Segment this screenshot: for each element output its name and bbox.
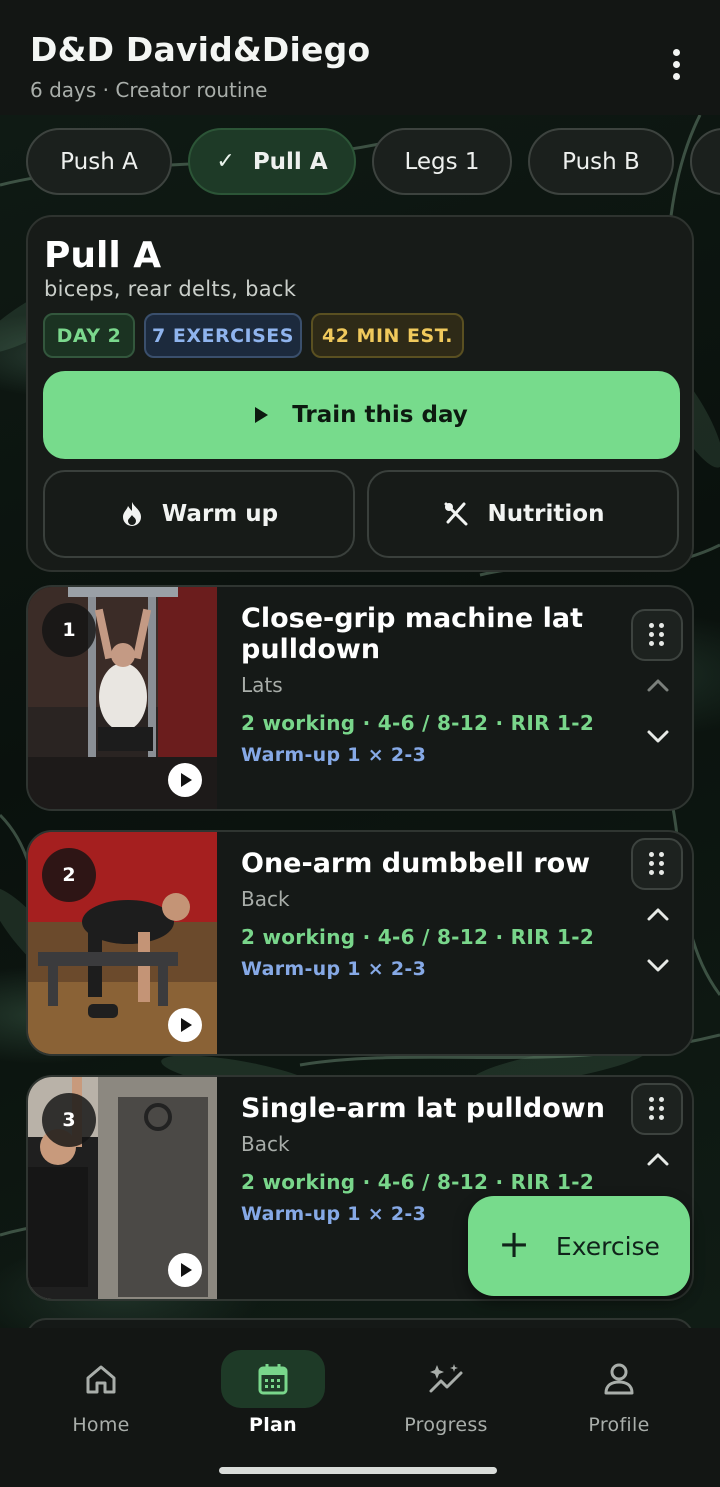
exercise-number: 2 — [42, 848, 96, 902]
tab-legs-1[interactable]: Legs 1 — [372, 128, 512, 195]
exercise-warmup-sets: Warm-up 1 × 2-3 — [241, 744, 427, 766]
routine-subtitle: 6 days · Creator routine — [30, 78, 268, 102]
play-video-icon[interactable] — [168, 1008, 202, 1042]
exercise-working-sets: 2 working · 4-6 / 8-12 · RIR 1-2 — [241, 711, 595, 735]
nav-profile[interactable]: Profile — [549, 1350, 689, 1450]
day-muscles: biceps, rear delts, back — [44, 277, 297, 301]
day-title: Pull A — [44, 235, 162, 276]
exercise-muscle: Lats — [241, 673, 283, 697]
exercise-muscle: Back — [241, 887, 290, 911]
nav-label: Profile — [588, 1414, 650, 1436]
play-video-icon[interactable] — [168, 1253, 202, 1287]
time-estimate-badge: 42 MIN EST. — [311, 313, 464, 358]
tab-next[interactable] — [690, 128, 720, 195]
tab-label: Pull A — [252, 148, 328, 175]
drag-handle-icon[interactable] — [631, 609, 683, 661]
exercise-card[interactable]: 2 One-arm dumbbell row Back 2 working · … — [26, 830, 694, 1056]
exercise-thumbnail: 2 — [28, 832, 217, 1054]
utensils-icon — [444, 502, 468, 526]
bottom-navigation: Home Plan Progress Profile — [0, 1328, 720, 1487]
exercise-working-sets: 2 working · 4-6 / 8-12 · RIR 1-2 — [241, 1170, 595, 1194]
chevron-down-icon[interactable] — [643, 721, 673, 751]
tab-pull-a[interactable]: ✓ Pull A — [188, 128, 356, 195]
plus-icon: + — [498, 1222, 530, 1266]
chevron-down-icon[interactable] — [643, 950, 673, 980]
play-icon — [255, 407, 269, 423]
app-header: D&D David&Diego 6 days · Creator routine — [0, 0, 720, 115]
exercise-card[interactable]: 1 Close-grip machine lat pulldown Lats 2… — [26, 585, 694, 811]
nutrition-button[interactable]: Nutrition — [367, 470, 679, 558]
tab-label: Legs 1 — [404, 148, 480, 175]
nav-plan[interactable]: Plan — [203, 1350, 343, 1450]
exercise-name: Close-grip machine lat pulldown — [241, 603, 583, 665]
exercise-warmup-sets: Warm-up 1 × 2-3 — [241, 1203, 427, 1225]
flame-icon — [122, 502, 141, 526]
exercise-muscle: Back — [241, 1132, 290, 1156]
add-exercise-label: Exercise — [555, 1231, 660, 1261]
nav-label: Home — [72, 1414, 130, 1436]
exercise-number: 3 — [42, 1093, 96, 1147]
chevron-up-icon[interactable] — [643, 900, 673, 930]
play-video-icon[interactable] — [168, 763, 202, 797]
chevron-up-icon[interactable] — [643, 1145, 673, 1175]
add-exercise-button[interactable]: + Exercise — [468, 1196, 690, 1296]
more-options-icon[interactable] — [656, 44, 696, 84]
tab-label: Push B — [562, 148, 640, 175]
routine-title: D&D David&Diego — [30, 30, 371, 69]
exercise-warmup-sets: Warm-up 1 × 2-3 — [241, 958, 427, 980]
tab-push-b[interactable]: Push B — [528, 128, 674, 195]
tab-push-a[interactable]: Push A — [26, 128, 172, 195]
calendar-icon — [258, 1364, 288, 1395]
person-icon — [604, 1363, 634, 1395]
exercise-number: 1 — [42, 603, 96, 657]
train-label: Train this day — [292, 402, 468, 428]
warm-up-label: Warm up — [161, 501, 279, 527]
nutrition-label: Nutrition — [487, 501, 605, 527]
day-tabs: Push A ✓ Pull A Legs 1 Push B — [26, 128, 720, 195]
home-icon — [86, 1365, 116, 1394]
exercise-thumbnail: 3 — [28, 1077, 217, 1299]
sparkle-chart-icon — [429, 1364, 463, 1393]
day-number-badge: DAY 2 — [43, 313, 135, 358]
tab-label: Push A — [60, 148, 138, 175]
exercise-count-badge: 7 EXERCISES — [144, 313, 302, 358]
day-summary-card: Pull A biceps, rear delts, back DAY 2 7 … — [26, 215, 694, 572]
nav-home[interactable]: Home — [31, 1350, 171, 1450]
exercise-working-sets: 2 working · 4-6 / 8-12 · RIR 1-2 — [241, 925, 595, 949]
exercise-name: One-arm dumbbell row — [241, 848, 591, 879]
exercise-name: Single-arm lat pulldown — [241, 1093, 605, 1124]
chevron-up-icon[interactable] — [643, 671, 673, 701]
check-icon: ✓ — [216, 149, 235, 174]
train-this-day-button[interactable]: Train this day — [43, 371, 680, 459]
warm-up-button[interactable]: Warm up — [43, 470, 355, 558]
home-indicator[interactable] — [219, 1467, 497, 1474]
nav-label: Progress — [404, 1414, 488, 1436]
nav-label: Plan — [249, 1414, 297, 1436]
nav-progress[interactable]: Progress — [376, 1350, 516, 1450]
drag-handle-icon[interactable] — [631, 1083, 683, 1135]
exercise-thumbnail: 1 — [28, 587, 217, 809]
drag-handle-icon[interactable] — [631, 838, 683, 890]
